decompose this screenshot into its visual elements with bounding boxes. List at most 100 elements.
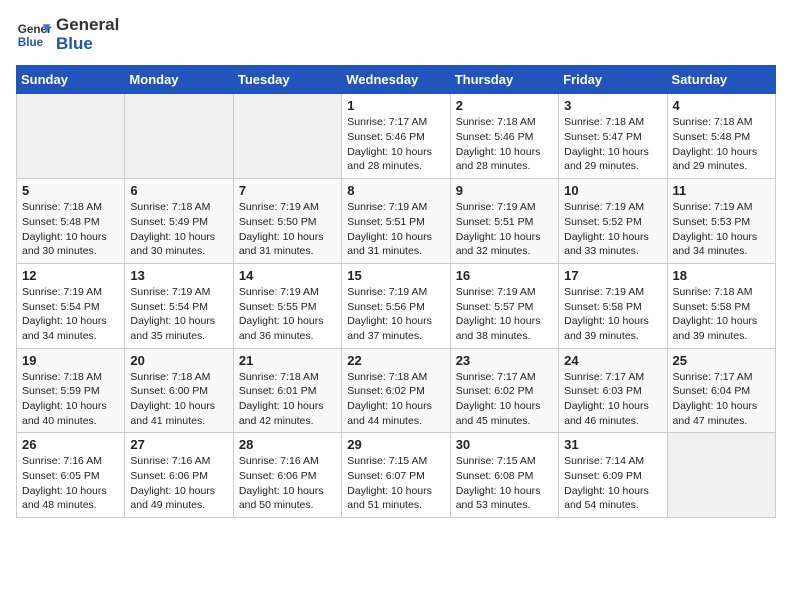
day-info: Sunrise: 7:18 AM Sunset: 6:02 PM Dayligh… [347, 370, 444, 429]
day-info: Sunrise: 7:17 AM Sunset: 6:02 PM Dayligh… [456, 370, 553, 429]
calendar-week-row: 1 Sunrise: 7:17 AM Sunset: 5:46 PM Daylig… [17, 94, 776, 179]
weekday-header-tuesday: Tuesday [233, 66, 341, 94]
day-info: Sunrise: 7:18 AM Sunset: 5:59 PM Dayligh… [22, 370, 119, 429]
day-info: Sunrise: 7:18 AM Sunset: 5:46 PM Dayligh… [456, 115, 553, 174]
calendar-cell: 2 Sunrise: 7:18 AM Sunset: 5:46 PM Daylig… [450, 94, 558, 179]
day-info: Sunrise: 7:17 AM Sunset: 6:03 PM Dayligh… [564, 370, 661, 429]
day-info: Sunrise: 7:17 AM Sunset: 5:46 PM Dayligh… [347, 115, 444, 174]
day-number: 2 [456, 98, 553, 113]
day-number: 14 [239, 268, 336, 283]
calendar-cell [17, 94, 125, 179]
calendar-cell: 8 Sunrise: 7:19 AM Sunset: 5:51 PM Daylig… [342, 179, 450, 264]
logo-icon: General Blue [16, 17, 52, 53]
day-number: 27 [130, 437, 227, 452]
day-info: Sunrise: 7:19 AM Sunset: 5:57 PM Dayligh… [456, 285, 553, 344]
calendar-cell: 26 Sunrise: 7:16 AM Sunset: 6:05 PM Dayli… [17, 433, 125, 518]
weekday-header-wednesday: Wednesday [342, 66, 450, 94]
calendar-cell [233, 94, 341, 179]
day-number: 24 [564, 353, 661, 368]
calendar-cell: 7 Sunrise: 7:19 AM Sunset: 5:50 PM Daylig… [233, 179, 341, 264]
day-number: 17 [564, 268, 661, 283]
day-number: 19 [22, 353, 119, 368]
day-info: Sunrise: 7:18 AM Sunset: 5:48 PM Dayligh… [22, 200, 119, 259]
day-info: Sunrise: 7:19 AM Sunset: 5:54 PM Dayligh… [130, 285, 227, 344]
day-info: Sunrise: 7:18 AM Sunset: 5:48 PM Dayligh… [673, 115, 770, 174]
day-number: 7 [239, 183, 336, 198]
calendar-week-row: 5Sunrise: 7:18 AM Sunset: 5:48 PM Daylig… [17, 179, 776, 264]
calendar-table: SundayMondayTuesdayWednesdayThursdayFrid… [16, 65, 776, 518]
calendar-cell: 13Sunrise: 7:19 AM Sunset: 5:54 PM Dayli… [125, 263, 233, 348]
calendar-week-row: 12Sunrise: 7:19 AM Sunset: 5:54 PM Dayli… [17, 263, 776, 348]
calendar-cell: 16 Sunrise: 7:19 AM Sunset: 5:57 PM Dayli… [450, 263, 558, 348]
weekday-header-thursday: Thursday [450, 66, 558, 94]
day-info: Sunrise: 7:16 AM Sunset: 6:06 PM Dayligh… [130, 454, 227, 513]
day-info: Sunrise: 7:19 AM Sunset: 5:51 PM Dayligh… [456, 200, 553, 259]
day-info: Sunrise: 7:19 AM Sunset: 5:52 PM Dayligh… [564, 200, 661, 259]
day-info: Sunrise: 7:16 AM Sunset: 6:05 PM Dayligh… [22, 454, 119, 513]
calendar-cell [125, 94, 233, 179]
day-number: 3 [564, 98, 661, 113]
weekday-header-monday: Monday [125, 66, 233, 94]
day-number: 30 [456, 437, 553, 452]
day-info: Sunrise: 7:16 AM Sunset: 6:06 PM Dayligh… [239, 454, 336, 513]
day-info: Sunrise: 7:19 AM Sunset: 5:51 PM Dayligh… [347, 200, 444, 259]
day-number: 29 [347, 437, 444, 452]
calendar-cell: 1 Sunrise: 7:17 AM Sunset: 5:46 PM Daylig… [342, 94, 450, 179]
day-number: 31 [564, 437, 661, 452]
calendar-cell: 20Sunrise: 7:18 AM Sunset: 6:00 PM Dayli… [125, 348, 233, 433]
day-number: 15 [347, 268, 444, 283]
calendar-week-row: 26 Sunrise: 7:16 AM Sunset: 6:05 PM Dayli… [17, 433, 776, 518]
day-number: 23 [456, 353, 553, 368]
day-info: Sunrise: 7:18 AM Sunset: 6:00 PM Dayligh… [130, 370, 227, 429]
day-number: 22 [347, 353, 444, 368]
calendar-cell: 21 Sunrise: 7:18 AM Sunset: 6:01 PM Dayli… [233, 348, 341, 433]
day-info: Sunrise: 7:18 AM Sunset: 5:47 PM Dayligh… [564, 115, 661, 174]
calendar-cell: 31 Sunrise: 7:14 AM Sunset: 6:09 PM Dayli… [559, 433, 667, 518]
calendar-cell: 29 Sunrise: 7:15 AM Sunset: 6:07 PM Dayli… [342, 433, 450, 518]
calendar-cell: 23 Sunrise: 7:17 AM Sunset: 6:02 PM Dayli… [450, 348, 558, 433]
logo-general: General [56, 16, 119, 35]
day-number: 11 [673, 183, 770, 198]
day-number: 16 [456, 268, 553, 283]
page-header: General Blue General Blue [16, 16, 776, 53]
day-info: Sunrise: 7:18 AM Sunset: 5:58 PM Dayligh… [673, 285, 770, 344]
day-number: 4 [673, 98, 770, 113]
logo: General Blue General Blue [16, 16, 119, 53]
day-number: 26 [22, 437, 119, 452]
day-info: Sunrise: 7:17 AM Sunset: 6:04 PM Dayligh… [673, 370, 770, 429]
weekday-header-saturday: Saturday [667, 66, 775, 94]
weekday-header-sunday: Sunday [17, 66, 125, 94]
weekday-header-friday: Friday [559, 66, 667, 94]
day-info: Sunrise: 7:19 AM Sunset: 5:54 PM Dayligh… [22, 285, 119, 344]
calendar-cell: 24 Sunrise: 7:17 AM Sunset: 6:03 PM Dayli… [559, 348, 667, 433]
day-info: Sunrise: 7:19 AM Sunset: 5:56 PM Dayligh… [347, 285, 444, 344]
day-number: 1 [347, 98, 444, 113]
calendar-cell: 25 Sunrise: 7:17 AM Sunset: 6:04 PM Dayli… [667, 348, 775, 433]
day-number: 21 [239, 353, 336, 368]
calendar-week-row: 19 Sunrise: 7:18 AM Sunset: 5:59 PM Dayli… [17, 348, 776, 433]
calendar-cell: 4 Sunrise: 7:18 AM Sunset: 5:48 PM Daylig… [667, 94, 775, 179]
calendar-cell: 22 Sunrise: 7:18 AM Sunset: 6:02 PM Dayli… [342, 348, 450, 433]
calendar-cell: 14 Sunrise: 7:19 AM Sunset: 5:55 PM Dayli… [233, 263, 341, 348]
day-info: Sunrise: 7:18 AM Sunset: 5:49 PM Dayligh… [130, 200, 227, 259]
day-info: Sunrise: 7:14 AM Sunset: 6:09 PM Dayligh… [564, 454, 661, 513]
day-number: 25 [673, 353, 770, 368]
calendar-cell: 15 Sunrise: 7:19 AM Sunset: 5:56 PM Dayli… [342, 263, 450, 348]
calendar-cell: 30 Sunrise: 7:15 AM Sunset: 6:08 PM Dayli… [450, 433, 558, 518]
day-number: 8 [347, 183, 444, 198]
day-info: Sunrise: 7:19 AM Sunset: 5:55 PM Dayligh… [239, 285, 336, 344]
calendar-header-row: SundayMondayTuesdayWednesdayThursdayFrid… [17, 66, 776, 94]
day-number: 18 [673, 268, 770, 283]
day-number: 9 [456, 183, 553, 198]
calendar-cell: 18 Sunrise: 7:18 AM Sunset: 5:58 PM Dayli… [667, 263, 775, 348]
svg-text:Blue: Blue [18, 35, 44, 48]
day-info: Sunrise: 7:15 AM Sunset: 6:08 PM Dayligh… [456, 454, 553, 513]
day-info: Sunrise: 7:19 AM Sunset: 5:58 PM Dayligh… [564, 285, 661, 344]
day-info: Sunrise: 7:19 AM Sunset: 5:53 PM Dayligh… [673, 200, 770, 259]
calendar-cell: 12Sunrise: 7:19 AM Sunset: 5:54 PM Dayli… [17, 263, 125, 348]
day-info: Sunrise: 7:19 AM Sunset: 5:50 PM Dayligh… [239, 200, 336, 259]
day-info: Sunrise: 7:18 AM Sunset: 6:01 PM Dayligh… [239, 370, 336, 429]
calendar-cell: 27 Sunrise: 7:16 AM Sunset: 6:06 PM Dayli… [125, 433, 233, 518]
day-info: Sunrise: 7:15 AM Sunset: 6:07 PM Dayligh… [347, 454, 444, 513]
logo-blue: Blue [56, 35, 119, 54]
